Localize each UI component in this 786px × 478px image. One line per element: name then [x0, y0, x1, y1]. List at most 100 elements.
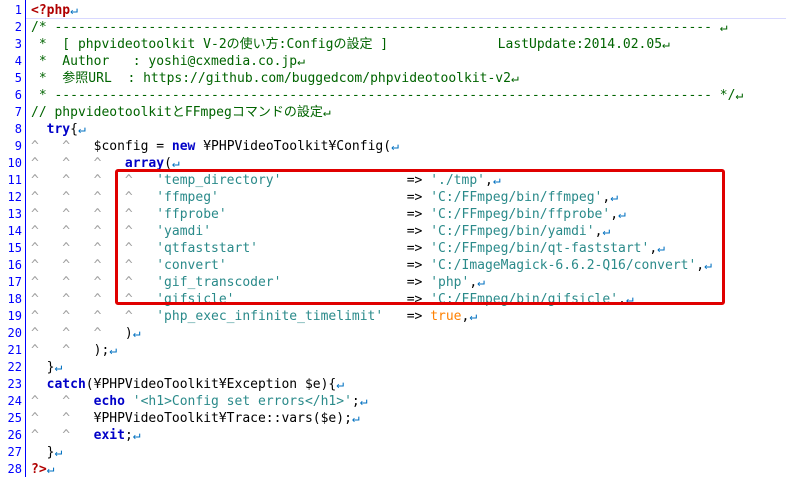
line-number: 7 — [14, 105, 22, 119]
indent-guide: ^ ^ — [31, 343, 94, 358]
line-number: 21 — [7, 343, 22, 357]
code-line[interactable]: 25 ^ ^ ¥PHPVideoToolkit¥Trace::vars($e);↵ — [0, 410, 786, 427]
newline-marker: ↵ — [351, 411, 360, 426]
line-code: ^ ^ $config = new ¥PHPVideoToolkit¥Confi… — [31, 138, 399, 155]
line-code: }↵ — [31, 444, 63, 461]
line-number: 22 — [7, 360, 22, 374]
code-token: catch — [46, 377, 86, 392]
line-number: 3 — [14, 37, 22, 51]
code-token: /* -------------------------------------… — [31, 20, 728, 35]
indent-guide: ^ ^ — [31, 139, 94, 154]
line-code: catch(¥PHPVideoToolkit¥Exception $e){↵ — [31, 376, 344, 393]
code-line[interactable]: 28 ?>↵ — [0, 461, 786, 478]
newline-marker: ↵ — [77, 122, 86, 137]
line-number: 9 — [14, 139, 22, 153]
newline-marker: ↵ — [132, 428, 141, 443]
line-number: 17 — [7, 275, 22, 289]
code-token: echo — [93, 394, 125, 409]
code-line[interactable]: 24 ^ ^ echo '<h1>Config set errors</h1>';… — [0, 393, 786, 410]
line-code: ^ ^ ^ ^ 'php_exec_infinite_timelimit' =>… — [31, 308, 477, 325]
line-number: 25 — [7, 411, 22, 425]
line-number: 27 — [7, 445, 22, 459]
code-token: $config = — [93, 139, 172, 154]
code-line[interactable]: 4 * Author : yoshi@cxmedia.co.jp↵ — [0, 53, 786, 70]
indent-guide: ^ ^ — [31, 428, 94, 443]
code-token: ); — [93, 343, 110, 358]
line-code: // phpvideotoolkitとFFmpegコマンドの設定↵ — [31, 104, 331, 121]
code-line[interactable]: 7 // phpvideotoolkitとFFmpegコマンドの設定↵ — [0, 104, 786, 121]
line-number: 1 — [14, 3, 22, 17]
line-number: 23 — [7, 377, 22, 391]
newline-marker: ↵ — [469, 309, 478, 324]
code-line[interactable]: 1 <?php↵ — [0, 2, 786, 19]
code-line[interactable]: 6 * ------------------------------------… — [0, 87, 786, 104]
line-code: * [ phpvideotoolkit V-2の使い方:Configの設定 ] … — [31, 36, 670, 53]
code-line[interactable]: 22 }↵ — [0, 359, 786, 376]
newline-marker: ↵ — [54, 445, 63, 460]
line-number: 24 — [7, 394, 22, 408]
code-token: new — [171, 139, 196, 154]
code-token: ?> — [31, 462, 47, 477]
code-token: ) — [124, 326, 133, 341]
newline-marker: ↵ — [132, 326, 141, 341]
line-code: <?php↵ — [31, 2, 78, 19]
code-line[interactable]: 19 ^ ^ ^ ^ 'php_exec_infinite_timelimit' … — [0, 308, 786, 325]
code-line[interactable]: 2 /* ------------------------------------… — [0, 19, 786, 36]
code-token: true — [430, 309, 462, 324]
line-code: * --------------------------------------… — [31, 87, 743, 104]
code-token: exit — [93, 428, 125, 443]
newline-marker: ↵ — [359, 394, 368, 409]
code-line[interactable]: 9 ^ ^ $config = new ¥PHPVideoToolkit¥Conf… — [0, 138, 786, 155]
line-code: * Author : yoshi@cxmedia.co.jp↵ — [31, 53, 305, 70]
code-editor[interactable]: 1 <?php↵ 2/* -----------------------------… — [0, 0, 786, 477]
line-code: ^ ^ echo '<h1>Config set errors</h1>';↵ — [31, 393, 368, 410]
code-token: } — [31, 445, 55, 460]
code-line[interactable]: 26 ^ ^ exit;↵ — [0, 427, 786, 444]
line-number: 16 — [7, 258, 22, 272]
code-token: * Author : yoshi@cxmedia.co.jp↵ — [31, 54, 305, 69]
code-token: 'php_exec_infinite_timelimit' — [156, 309, 384, 324]
line-number: 28 — [7, 462, 22, 476]
indent-guide: ^ ^ ^ ^ — [31, 309, 157, 324]
code-line[interactable]: 20 ^ ^ ^ )↵ — [0, 325, 786, 342]
line-number: 26 — [7, 428, 22, 442]
line-code: try{↵ — [31, 121, 86, 138]
code-line[interactable]: 5 * 参照URL : https://github.com/buggedcom… — [0, 70, 786, 87]
newline-marker: ↵ — [54, 360, 63, 375]
code-line[interactable]: 27 }↵ — [0, 444, 786, 461]
code-line[interactable]: 8 try{↵ — [0, 121, 786, 138]
line-number: 20 — [7, 326, 22, 340]
line-code: ?>↵ — [31, 461, 54, 478]
line-number: 15 — [7, 241, 22, 255]
line-number: 14 — [7, 224, 22, 238]
newline-marker: ↵ — [109, 343, 118, 358]
line-number: 12 — [7, 190, 22, 204]
line-number: 13 — [7, 207, 22, 221]
line-code: ^ ^ exit;↵ — [31, 427, 141, 444]
code-line[interactable]: 23 catch(¥PHPVideoToolkit¥Exception $e){… — [0, 376, 786, 393]
indent-guide: ^ ^ — [31, 394, 94, 409]
line-code: ^ ^ ¥PHPVideoToolkit¥Trace::vars($e);↵ — [31, 410, 360, 427]
config-highlight-box — [115, 169, 725, 305]
code-token: * --------------------------------------… — [31, 88, 744, 103]
line-number: 4 — [14, 54, 22, 68]
line-number: 19 — [7, 309, 22, 323]
line-number: 2 — [14, 20, 22, 34]
code-token: ; — [124, 428, 133, 443]
code-line[interactable]: 3 * [ phpvideotoolkit V-2の使い方:Configの設定 … — [0, 36, 786, 53]
line-number: 8 — [14, 122, 22, 136]
code-token: * [ phpvideotoolkit V-2の使い方:Configの設定 ] … — [31, 37, 670, 52]
code-token: } — [31, 360, 55, 375]
code-token: ¥PHPVideoToolkit¥Trace::vars($e); — [93, 411, 352, 426]
line-number: 18 — [7, 292, 22, 306]
line-code: /* -------------------------------------… — [31, 19, 728, 36]
code-line[interactable]: 21 ^ ^ );↵ — [0, 342, 786, 359]
line-number: 6 — [14, 88, 22, 102]
indent-guide: ^ ^ ^ — [31, 156, 125, 171]
code-token: { — [70, 122, 78, 137]
newline-marker: ↵ — [336, 377, 345, 392]
code-token: <?php — [31, 3, 71, 18]
